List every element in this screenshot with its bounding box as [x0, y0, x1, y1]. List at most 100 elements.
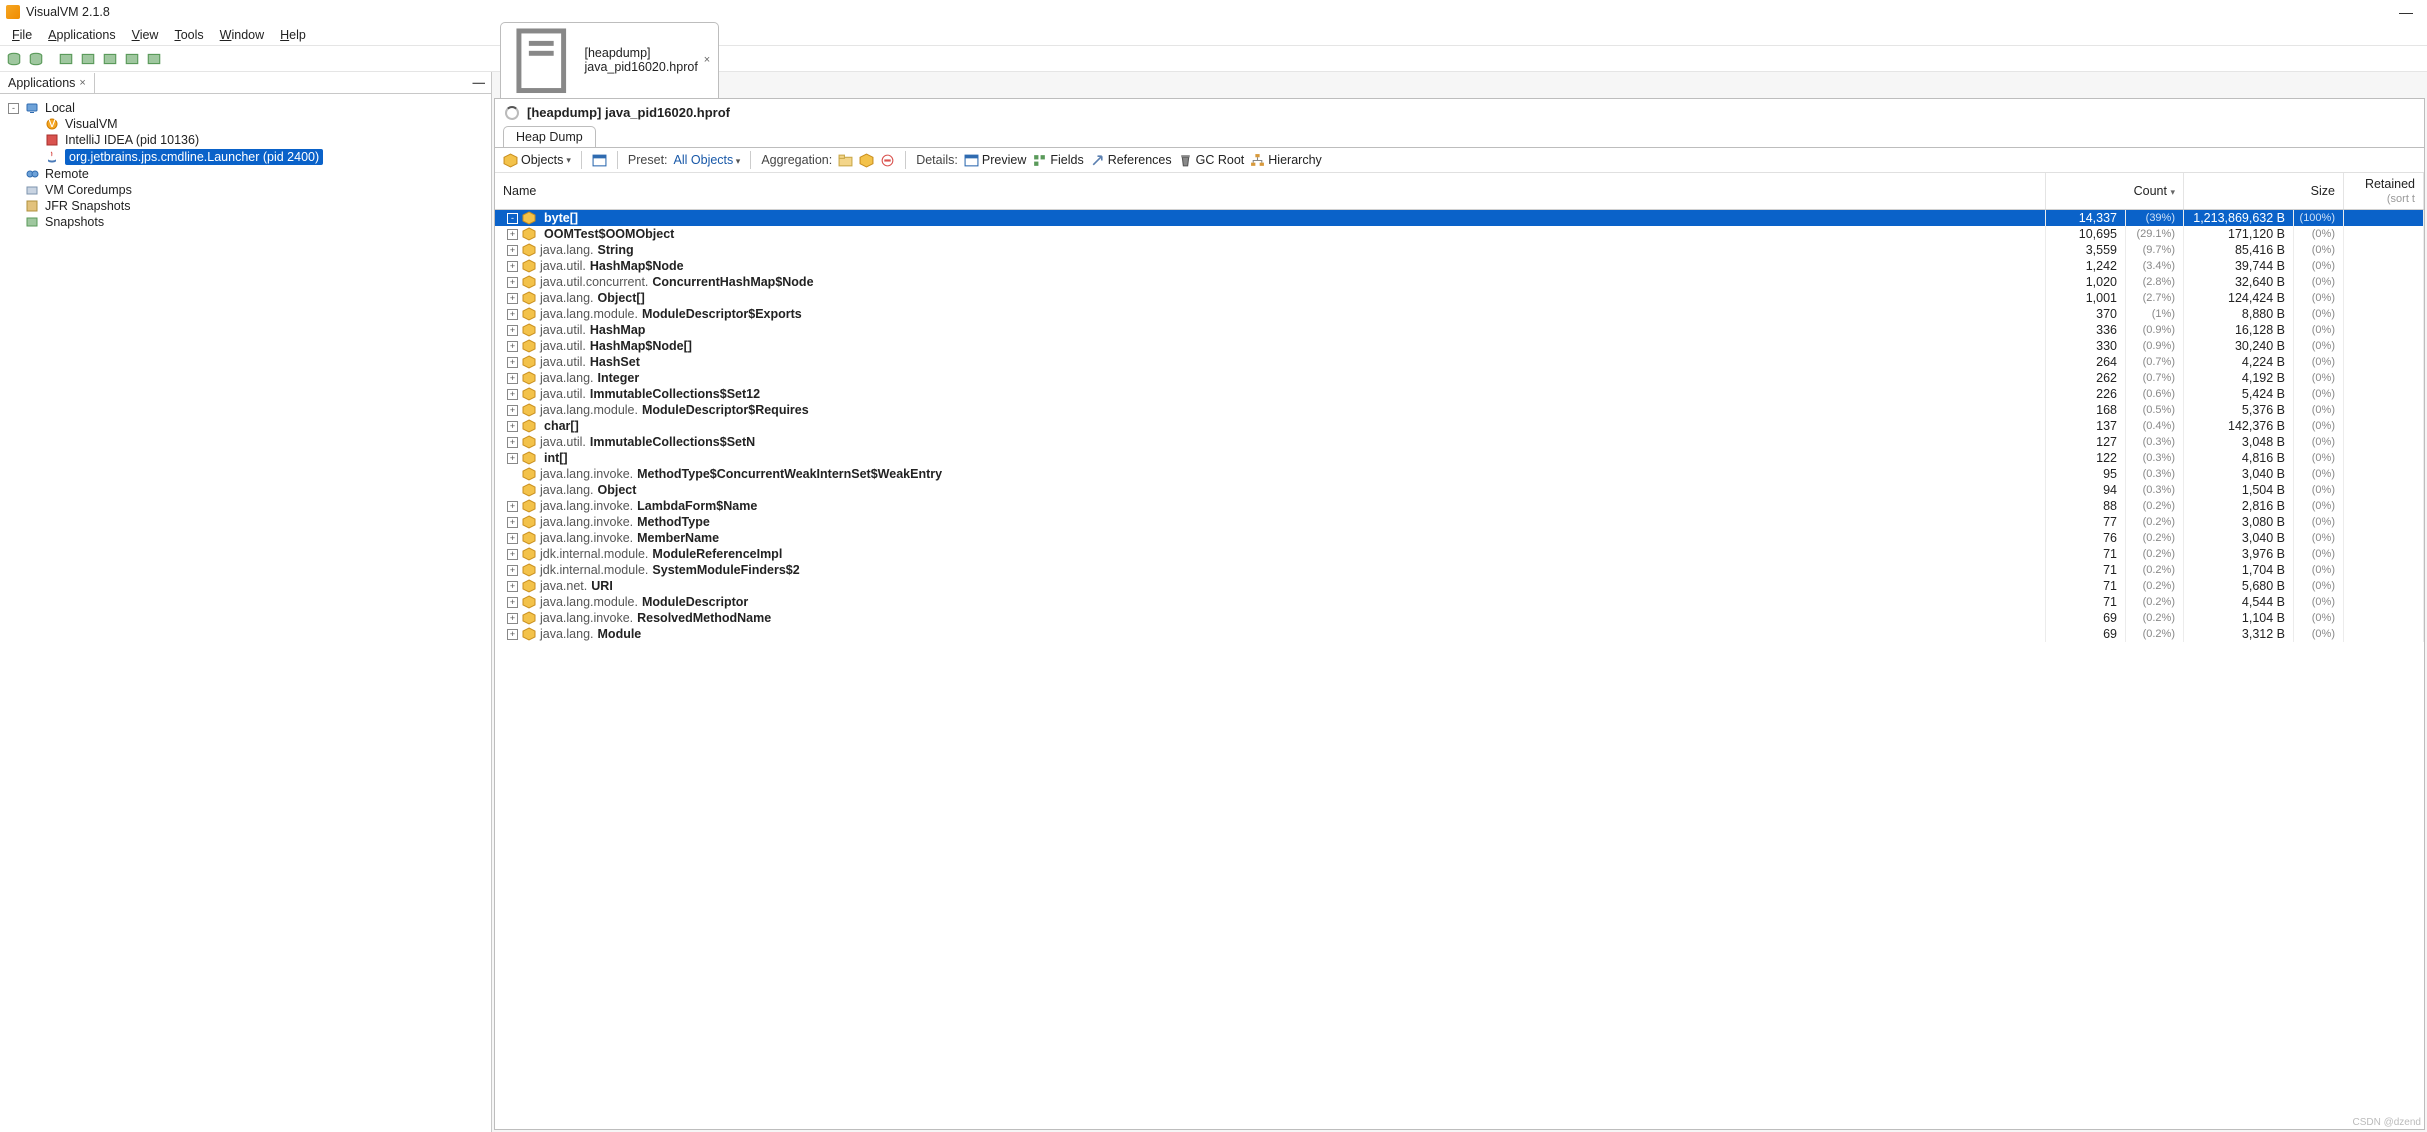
tree-node[interactable]: VM Coredumps — [4, 182, 487, 198]
table-row[interactable]: java.lang.invoke.MethodType$ConcurrentWe… — [495, 466, 2424, 482]
toolbar-btn-3[interactable] — [56, 49, 76, 69]
expand-toggle[interactable]: + — [507, 245, 518, 256]
table-row[interactable]: -byte[]14,337(39%)1,213,869,632 B(100%) — [495, 210, 2424, 227]
table-row[interactable]: +java.lang.invoke.MemberName76(0.2%)3,04… — [495, 530, 2424, 546]
table-row[interactable]: +java.net.URI71(0.2%)5,680 B(0%) — [495, 578, 2424, 594]
toolbar-btn-4[interactable] — [78, 49, 98, 69]
details-references-button[interactable]: References — [1090, 153, 1172, 168]
column-name[interactable]: Name — [495, 173, 2046, 210]
table-row[interactable]: +java.lang.invoke.LambdaForm$Name88(0.2%… — [495, 498, 2424, 514]
menu-file[interactable]: File — [4, 26, 40, 44]
tree-node[interactable]: -Local — [4, 100, 487, 116]
table-row[interactable]: +java.lang.String3,559(9.7%)85,416 B(0%) — [495, 242, 2424, 258]
expand-toggle[interactable]: - — [507, 213, 518, 224]
toolbar-btn-2[interactable] — [26, 49, 46, 69]
expand-toggle[interactable]: + — [507, 629, 518, 640]
expand-toggle[interactable]: + — [507, 325, 518, 336]
toolbar-btn-6[interactable] — [122, 49, 142, 69]
tree-node[interactable]: org.jetbrains.jps.cmdline.Launcher (pid … — [4, 148, 487, 166]
expand-toggle[interactable]: + — [507, 565, 518, 576]
table-row[interactable]: +java.util.HashMap$Node1,242(3.4%)39,744… — [495, 258, 2424, 274]
expand-toggle[interactable]: - — [8, 103, 19, 114]
expand-toggle[interactable]: + — [507, 277, 518, 288]
expand-toggle[interactable]: + — [507, 373, 518, 384]
menu-help[interactable]: Help — [272, 26, 314, 44]
table-row[interactable]: +java.lang.module.ModuleDescriptor$Expor… — [495, 306, 2424, 322]
table-row[interactable]: +java.lang.Module69(0.2%)3,312 B(0%) — [495, 626, 2424, 642]
menu-applications[interactable]: Applications — [40, 26, 123, 44]
expand-toggle[interactable]: + — [507, 517, 518, 528]
tree-node[interactable]: Snapshots — [4, 214, 487, 230]
expand-toggle[interactable]: + — [507, 437, 518, 448]
expand-toggle[interactable]: + — [507, 405, 518, 416]
expand-toggle[interactable]: + — [507, 229, 518, 240]
expand-toggle[interactable]: + — [507, 549, 518, 560]
minimize-button[interactable]: — — [2391, 4, 2421, 20]
expand-toggle[interactable]: + — [507, 309, 518, 320]
aggregation-class-button[interactable] — [838, 153, 853, 168]
expand-toggle[interactable]: + — [507, 293, 518, 304]
close-icon[interactable]: × — [704, 54, 710, 66]
objects-table[interactable]: Name Count ▾ Size Retained (sort t -byte… — [495, 173, 2424, 1129]
tree-node[interactable]: JFR Snapshots — [4, 198, 487, 214]
heapdump-subtab[interactable]: Heap Dump — [503, 126, 596, 147]
column-size[interactable]: Size — [2184, 173, 2344, 210]
table-row[interactable]: +java.lang.Integer262(0.7%)4,192 B(0%) — [495, 370, 2424, 386]
table-row[interactable]: +java.lang.module.ModuleDescriptor71(0.2… — [495, 594, 2424, 610]
expand-toggle[interactable]: + — [507, 597, 518, 608]
view-mode-button[interactable] — [592, 153, 607, 168]
tree-node[interactable]: IntelliJ IDEA (pid 10136) — [4, 132, 487, 148]
aggregation-package-button[interactable] — [859, 153, 874, 168]
expand-toggle[interactable]: + — [507, 261, 518, 272]
toolbar-btn-7[interactable] — [144, 49, 164, 69]
table-row[interactable]: +char[]137(0.4%)142,376 B(0%) — [495, 418, 2424, 434]
table-row[interactable]: +java.lang.Object[]1,001(2.7%)124,424 B(… — [495, 290, 2424, 306]
aggregation-none-button[interactable] — [880, 153, 895, 168]
applications-tab[interactable]: Applications × — [0, 73, 95, 93]
tree-node[interactable]: VisualVM — [4, 116, 487, 132]
table-row[interactable]: +java.util.ImmutableCollections$SetN127(… — [495, 434, 2424, 450]
expand-toggle[interactable]: + — [507, 389, 518, 400]
expand-toggle[interactable]: + — [507, 341, 518, 352]
details-fields-button[interactable]: Fields — [1032, 153, 1083, 168]
menu-view[interactable]: View — [124, 26, 167, 44]
column-retained[interactable]: Retained (sort t — [2344, 173, 2424, 210]
toolbar-btn-1[interactable] — [4, 49, 24, 69]
applications-tree[interactable]: -LocalVisualVMIntelliJ IDEA (pid 10136)o… — [0, 94, 491, 1132]
expand-toggle[interactable]: + — [507, 533, 518, 544]
table-row[interactable]: java.lang.Object94(0.3%)1,504 B(0%) — [495, 482, 2424, 498]
table-row[interactable]: +jdk.internal.module.SystemModuleFinders… — [495, 562, 2424, 578]
close-icon[interactable]: × — [79, 77, 85, 89]
table-row[interactable]: +java.lang.invoke.ResolvedMethodName69(0… — [495, 610, 2424, 626]
expand-toggle[interactable]: + — [507, 453, 518, 464]
details-gcroot-button[interactable]: GC Root — [1178, 153, 1245, 168]
heapdump-subtab-label: Heap Dump — [516, 130, 583, 144]
column-count[interactable]: Count ▾ — [2046, 173, 2184, 210]
expand-toggle[interactable]: + — [507, 501, 518, 512]
table-row[interactable]: +OOMTest$OOMObject10,695(29.1%)171,120 B… — [495, 226, 2424, 242]
expand-toggle[interactable]: + — [507, 581, 518, 592]
menu-tools[interactable]: Tools — [166, 26, 211, 44]
class-icon — [522, 547, 536, 561]
table-row[interactable]: +int[]122(0.3%)4,816 B(0%) — [495, 450, 2424, 466]
collapse-panel-button[interactable]: — — [467, 76, 492, 90]
objects-dropdown[interactable]: Objects — [503, 153, 571, 168]
toolbar-btn-5[interactable] — [100, 49, 120, 69]
expand-toggle[interactable]: + — [507, 421, 518, 432]
expand-toggle[interactable]: + — [507, 613, 518, 624]
expand-toggle[interactable]: + — [507, 357, 518, 368]
table-row[interactable]: +java.util.HashMap336(0.9%)16,128 B(0%) — [495, 322, 2424, 338]
details-hierarchy-button[interactable]: Hierarchy — [1250, 153, 1322, 168]
tree-node[interactable]: Remote — [4, 166, 487, 182]
table-row[interactable]: +java.lang.module.ModuleDescriptor$Requi… — [495, 402, 2424, 418]
menu-window[interactable]: Window — [212, 26, 272, 44]
details-preview-button[interactable]: Preview — [964, 153, 1026, 168]
table-row[interactable]: +jdk.internal.module.ModuleReferenceImpl… — [495, 546, 2424, 562]
document-tab[interactable]: [heapdump] java_pid16020.hprof × — [500, 22, 719, 99]
table-row[interactable]: +java.util.concurrent.ConcurrentHashMap$… — [495, 274, 2424, 290]
table-row[interactable]: +java.lang.invoke.MethodType77(0.2%)3,08… — [495, 514, 2424, 530]
preset-dropdown[interactable]: All Objects — [674, 153, 741, 167]
table-row[interactable]: +java.util.ImmutableCollections$Set12226… — [495, 386, 2424, 402]
table-row[interactable]: +java.util.HashSet264(0.7%)4,224 B(0%) — [495, 354, 2424, 370]
table-row[interactable]: +java.util.HashMap$Node[]330(0.9%)30,240… — [495, 338, 2424, 354]
